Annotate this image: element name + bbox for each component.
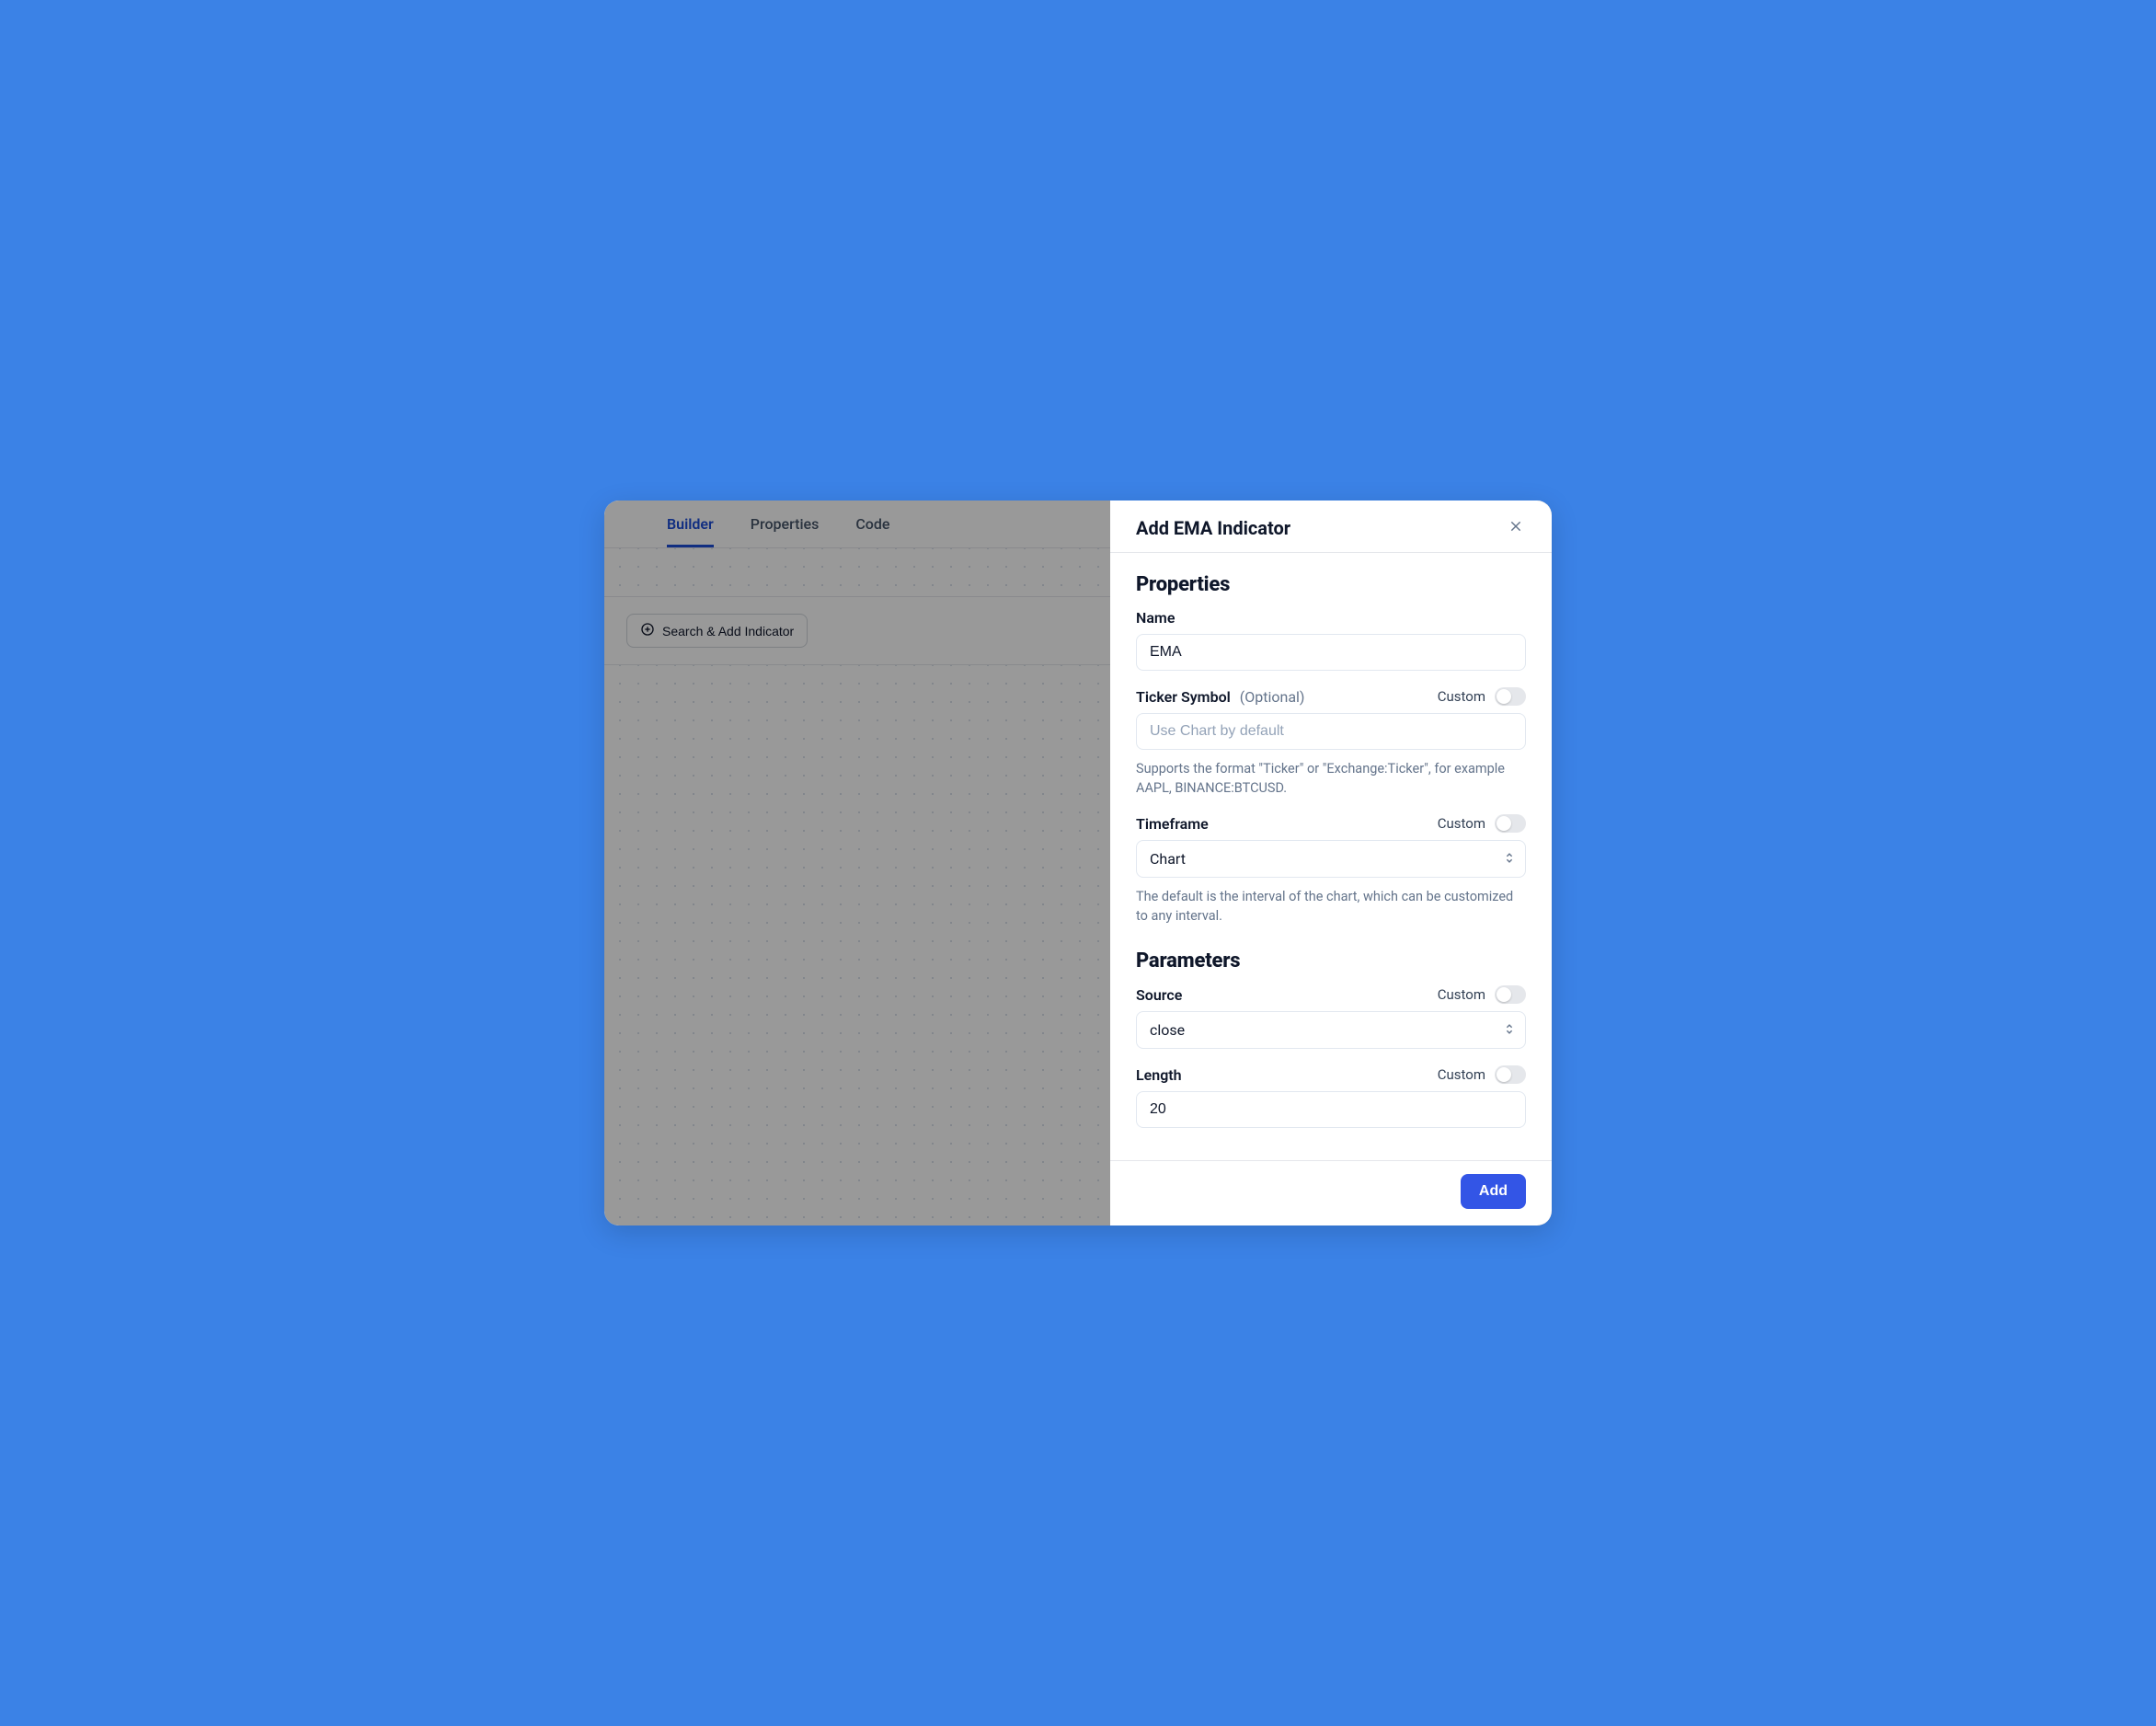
length-input[interactable] [1136, 1091, 1526, 1128]
name-input[interactable] [1136, 634, 1526, 671]
panel-body: Properties Name Ticker Symbol (Optional)… [1110, 553, 1552, 1160]
panel-title: Add EMA Indicator [1136, 517, 1290, 539]
panel-footer: Add [1110, 1160, 1552, 1225]
ticker-custom-label: Custom [1438, 688, 1485, 705]
source-custom-toggle[interactable] [1495, 985, 1526, 1004]
close-icon [1508, 519, 1523, 537]
length-custom-label: Custom [1438, 1066, 1485, 1083]
ticker-custom-wrap: Custom [1438, 687, 1526, 706]
timeframe-custom-wrap: Custom [1438, 814, 1526, 833]
timeframe-custom-toggle[interactable] [1495, 814, 1526, 833]
source-custom-wrap: Custom [1438, 985, 1526, 1004]
timeframe-custom-label: Custom [1438, 815, 1485, 832]
length-custom-toggle[interactable] [1495, 1065, 1526, 1084]
section-properties-title: Properties [1136, 573, 1526, 596]
add-button[interactable]: Add [1461, 1174, 1526, 1209]
timeframe-help: The default is the interval of the chart… [1136, 887, 1526, 926]
indicator-panel: Add EMA Indicator Properties Name [1110, 501, 1552, 1225]
ticker-help: Supports the format "Ticker" or "Exchang… [1136, 759, 1526, 798]
field-length: Length Custom [1136, 1065, 1526, 1128]
ticker-input[interactable] [1136, 713, 1526, 750]
source-select[interactable]: close [1136, 1011, 1526, 1049]
length-custom-wrap: Custom [1438, 1065, 1526, 1084]
section-parameters-title: Parameters [1136, 949, 1526, 972]
length-label: Length [1136, 1066, 1182, 1084]
field-source: Source Custom close [1136, 985, 1526, 1049]
source-custom-label: Custom [1438, 986, 1485, 1003]
app-window: Builder Properties Code + Search & Add I… [604, 501, 1552, 1225]
field-name: Name [1136, 609, 1526, 671]
ticker-label: Ticker Symbol (Optional) [1136, 688, 1305, 706]
panel-header: Add EMA Indicator [1110, 501, 1552, 553]
timeframe-label: Timeframe [1136, 815, 1209, 833]
ticker-optional: (Optional) [1240, 688, 1305, 706]
field-ticker: Ticker Symbol (Optional) Custom Supports… [1136, 687, 1526, 798]
source-label: Source [1136, 986, 1182, 1004]
field-timeframe: Timeframe Custom Chart The def [1136, 814, 1526, 926]
close-button[interactable] [1506, 518, 1526, 538]
ticker-custom-toggle[interactable] [1495, 687, 1526, 706]
ticker-label-text: Ticker Symbol [1136, 688, 1231, 706]
name-label: Name [1136, 609, 1175, 627]
timeframe-select[interactable]: Chart [1136, 840, 1526, 878]
